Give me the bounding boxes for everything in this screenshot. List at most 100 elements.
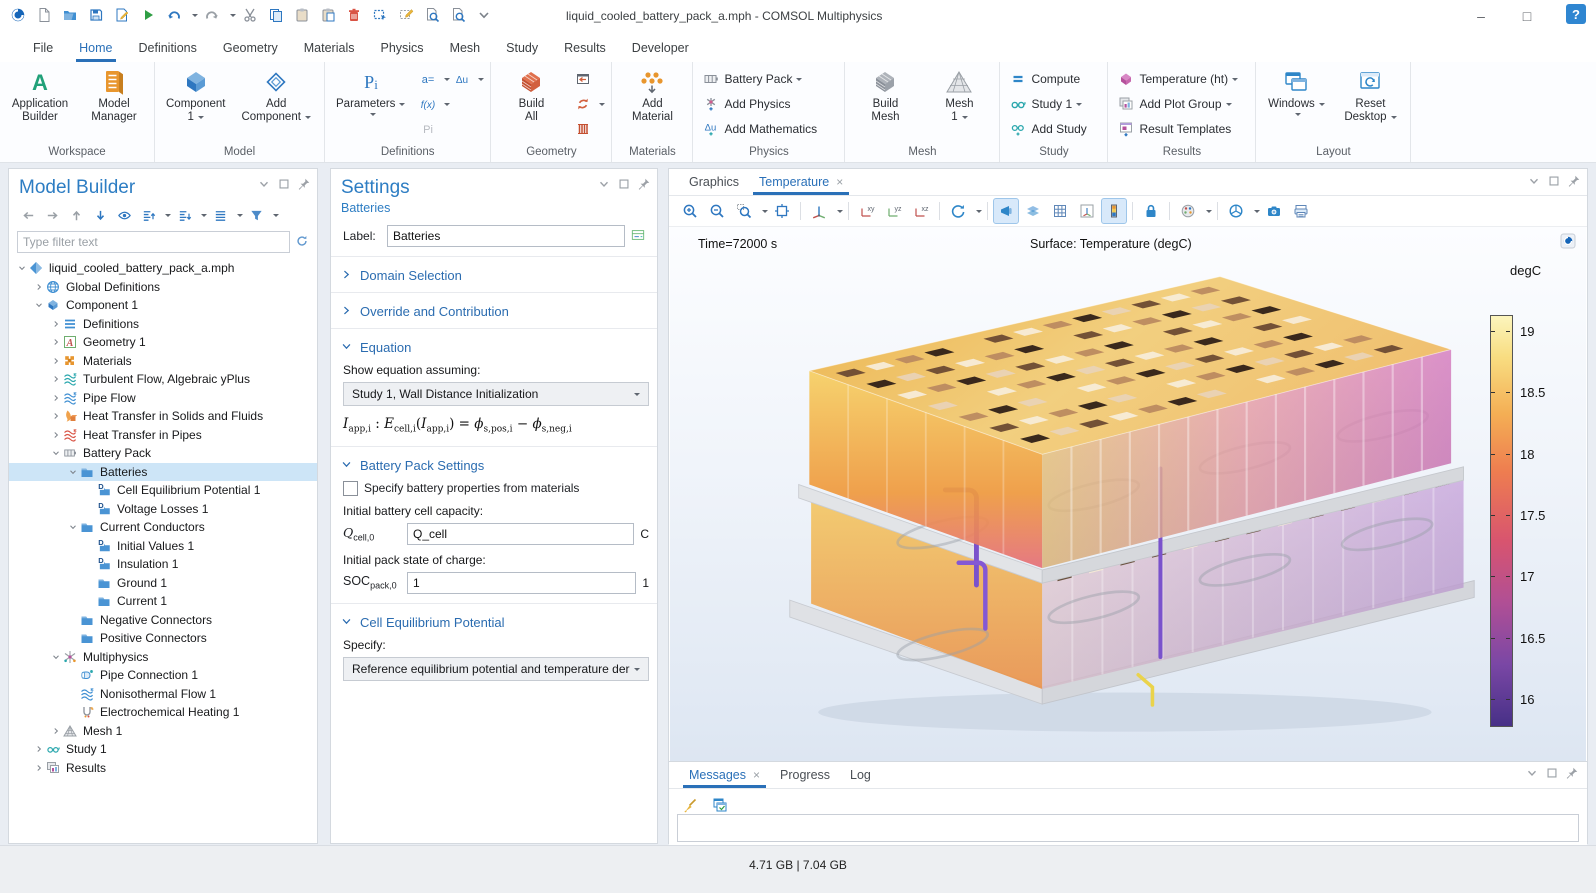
new-icon[interactable]	[32, 3, 56, 27]
transp-button[interactable]	[1020, 198, 1046, 224]
tree-item-cell-equilibrium-potential-1[interactable]: DCell Equilibrium Potential 1	[9, 481, 317, 500]
zoom-out-button[interactable]	[704, 198, 730, 224]
pin-panel-icon[interactable]	[637, 177, 651, 191]
virtual-button[interactable]	[571, 118, 595, 140]
view-yz-button[interactable]: yz	[881, 198, 907, 224]
tree-expand-icon[interactable]	[49, 372, 63, 386]
graphics-tab-graphics[interactable]: Graphics	[679, 171, 749, 195]
tree-item-component-1[interactable]: Component 1	[9, 296, 317, 315]
ribbon-tab-materials[interactable]: Materials	[291, 35, 368, 61]
env-button[interactable]	[1223, 198, 1249, 224]
equation-assumption-dropdown[interactable]: Study 1, Wall Distance Initialization	[343, 382, 649, 406]
refresh-icon[interactable]	[295, 234, 311, 250]
tree-collapse-icon[interactable]	[15, 261, 29, 275]
camera-button[interactable]	[1261, 198, 1287, 224]
tree-item-geometry-1[interactable]: AGeometry 1	[9, 333, 317, 352]
ribbon-tab-home[interactable]: Home	[66, 35, 125, 61]
cols-button[interactable]	[209, 205, 231, 225]
up-button[interactable]	[65, 205, 87, 225]
palette-button[interactable]	[1175, 198, 1201, 224]
tree-item-global-definitions[interactable]: Global Definitions	[9, 278, 317, 297]
fx-button[interactable]: f(x)	[416, 93, 440, 115]
model-manager-button[interactable]: ModelManager	[78, 64, 150, 125]
soc-input[interactable]	[407, 572, 636, 594]
battery-pack-button[interactable]: Battery Pack	[697, 66, 823, 91]
tree-collapse-icon[interactable]	[66, 465, 80, 479]
compute-button[interactable]: Compute	[1004, 66, 1092, 91]
help-button[interactable]: ?	[1566, 4, 1586, 24]
coldn-button[interactable]	[173, 205, 195, 225]
component-1-button[interactable]: Component1	[159, 64, 232, 125]
tree-item-pipe-flow[interactable]: Pipe Flow	[9, 389, 317, 408]
tree-item-pipe-connection-1[interactable]: Pipe Connection 1	[9, 666, 317, 685]
axisbox-button[interactable]	[1074, 198, 1100, 224]
section-cell-equilibrium-potential[interactable]: Cell Equilibrium Potential	[331, 611, 657, 632]
redo-icon[interactable]	[200, 3, 224, 27]
ribbon-tab-developer[interactable]: Developer	[619, 35, 702, 61]
paste-icon[interactable]	[290, 3, 314, 27]
tree-expand-icon[interactable]	[49, 428, 63, 442]
application-builder-button[interactable]: AApplicationBuilder	[4, 64, 76, 125]
tree-expand-icon[interactable]	[49, 724, 63, 738]
tree-item-materials[interactable]: Materials	[9, 352, 317, 371]
close-tab-icon[interactable]: ×	[753, 768, 760, 782]
pi-gray-button[interactable]: Pi	[416, 118, 440, 140]
capacity-input[interactable]	[407, 523, 634, 545]
tree-item-batteries[interactable]: Batteries	[9, 463, 317, 482]
view-xy-button[interactable]: xy	[854, 198, 880, 224]
view-xz-button[interactable]: xz	[908, 198, 934, 224]
label-input[interactable]	[387, 225, 625, 247]
pin-panel-icon[interactable]	[297, 177, 311, 191]
messages-tab-messages[interactable]: Messages×	[679, 764, 770, 788]
panel-menu-icon[interactable]	[597, 177, 611, 191]
result-templates-button[interactable]: Result Templates	[1112, 116, 1244, 141]
tree-item-current-1[interactable]: Current 1	[9, 592, 317, 611]
print-button[interactable]	[1288, 198, 1314, 224]
pin-panel-icon[interactable]	[1565, 766, 1579, 780]
tree-item-negative-connectors[interactable]: Negative Connectors	[9, 611, 317, 630]
zoom-box-button[interactable]	[731, 198, 757, 224]
tree-item-ground-1[interactable]: Ground 1	[9, 574, 317, 593]
tree-item-liquid-cooled-battery-pack-a-mph[interactable]: liquid_cooled_battery_pack_a.mph	[9, 259, 317, 278]
triad-button[interactable]	[806, 198, 832, 224]
maximize-button[interactable]: □	[1504, 0, 1550, 32]
reset-desktop-button[interactable]: ResetDesktop	[1334, 64, 1406, 125]
float-panel-icon[interactable]	[1545, 766, 1559, 780]
ribbon-tab-study[interactable]: Study	[493, 35, 551, 61]
undo-icon[interactable]	[162, 3, 186, 27]
ribbon-tab-definitions[interactable]: Definitions	[126, 35, 210, 61]
float-panel-icon[interactable]	[277, 177, 291, 191]
tree-expand-icon[interactable]	[49, 391, 63, 405]
zoom-ext-button[interactable]	[769, 198, 795, 224]
tree-expand-icon[interactable]	[32, 761, 46, 775]
rotate-button[interactable]	[945, 198, 971, 224]
tree-filter-input[interactable]	[17, 231, 290, 253]
ribbon-tab-physics[interactable]: Physics	[367, 35, 436, 61]
open-icon[interactable]	[58, 3, 82, 27]
tree-item-voltage-losses-1[interactable]: DVoltage Losses 1	[9, 500, 317, 519]
preview-icon[interactable]	[110, 3, 134, 27]
save-icon[interactable]	[84, 3, 108, 27]
float-panel-icon[interactable]	[617, 177, 631, 191]
ribbon-tab-geometry[interactable]: Geometry	[210, 35, 291, 61]
docfind-icon[interactable]	[420, 3, 444, 27]
panel-menu-icon[interactable]	[1525, 766, 1539, 780]
tree-item-electrochemical-heating-1[interactable]: Electrochemical Heating 1	[9, 703, 317, 722]
lock-button[interactable]	[1138, 198, 1164, 224]
ribbon-tab-mesh[interactable]: Mesh	[437, 35, 494, 61]
tree-expand-icon[interactable]	[49, 317, 63, 331]
tree-collapse-icon[interactable]	[49, 650, 63, 664]
a-eq-button[interactable]: a=	[416, 68, 440, 90]
study-1-button[interactable]: Study 1	[1004, 91, 1092, 116]
funnel-button[interactable]	[245, 205, 267, 225]
tree-item-battery-pack[interactable]: Battery Pack	[9, 444, 317, 463]
tree-item-nonisothermal-flow-1[interactable]: Nonisothermal Flow 1	[9, 685, 317, 704]
tree-item-positive-connectors[interactable]: Positive Connectors	[9, 629, 317, 648]
copy-icon[interactable]	[264, 3, 288, 27]
down-button[interactable]	[89, 205, 111, 225]
windows-button[interactable]: Windows	[1260, 64, 1332, 118]
back-button[interactable]	[17, 205, 39, 225]
tree-item-mesh-1[interactable]: Mesh 1	[9, 722, 317, 741]
rename-icon[interactable]	[631, 228, 649, 244]
specify-from-materials-checkbox[interactable]	[343, 481, 358, 496]
